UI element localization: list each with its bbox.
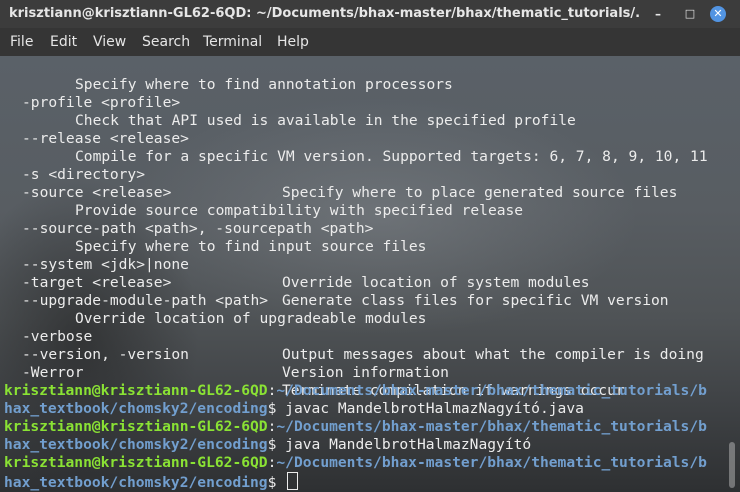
menu-terminal[interactable]: Terminal	[203, 28, 262, 56]
help-line: Provide source compatibility with specif…	[0, 184, 523, 219]
help-description: Version information	[282, 364, 449, 381]
terminal-window: krisztiann@krisztiann-GL62-6QD: ~/Docume…	[0, 0, 740, 492]
help-line: --release <release>	[0, 112, 189, 147]
text-cursor	[287, 472, 299, 490]
prompt-line: krisztiann@krisztiann-GL62-6QD:~/Documen…	[4, 418, 707, 436]
help-line: Specify where to find input source files	[0, 220, 426, 255]
help-line: Override location of upgradeable modules	[0, 292, 426, 327]
prompt-user: krisztiann@krisztiann-GL62-6QD	[4, 418, 268, 435]
help-line: --upgrade-module-path <path>	[0, 274, 268, 309]
scrollbar[interactable]	[729, 442, 735, 488]
prompt-line: hax_textbook/chomsky2/encoding$ javac Ma…	[4, 400, 584, 418]
help-description: Provide source compatibility with specif…	[75, 202, 524, 219]
minimize-button[interactable]: –	[650, 6, 666, 22]
help-description: Check that API used is available in the …	[75, 112, 576, 129]
help-description: Output messages about what the compiler …	[282, 346, 704, 363]
help-line: -profile <profile>	[0, 76, 180, 111]
help-line: -verbose Output messages about what the …	[0, 310, 704, 363]
prompt-user: krisztiann@krisztiann-GL62-6QD	[4, 382, 268, 399]
help-line: --version, -version Version information	[0, 328, 449, 381]
help-option: --source-path <path>, -sourcepath <path>	[22, 220, 374, 237]
help-description: Generate class files for specific VM ver…	[282, 292, 669, 309]
prompt-line: krisztiann@krisztiann-GL62-6QD:~/Documen…	[4, 382, 707, 400]
prompt-path: ~/Documents/bhax-master/bhax/thematic_tu…	[276, 454, 707, 471]
help-line: Compile for a specific VM version. Suppo…	[0, 130, 708, 165]
prompt-user: krisztiann@krisztiann-GL62-6QD	[4, 454, 268, 471]
help-description: Override location of system modules	[282, 274, 590, 291]
menu-search[interactable]: Search	[142, 28, 190, 56]
help-description: Compile for a specific VM version. Suppo…	[75, 148, 708, 165]
prompt-path: ~/Documents/bhax-master/bhax/thematic_tu…	[276, 382, 707, 399]
menu-file[interactable]: File	[10, 28, 33, 56]
help-option: -Werror	[22, 364, 84, 381]
help-line: -Werror Terminate compilation if warning…	[0, 346, 625, 399]
help-line: --system <jdk>|none Override location of…	[0, 238, 590, 291]
prompt-line: hax_textbook/chomsky2/encoding$ java Man…	[4, 436, 531, 454]
close-button[interactable]: ✕	[710, 6, 726, 22]
menu-bar: File Edit View Search Terminal Help	[0, 28, 740, 56]
menu-edit[interactable]: Edit	[50, 28, 77, 56]
terminal-output[interactable]: Specify where to find annotation process…	[0, 56, 740, 492]
prompt-line: krisztiann@krisztiann-GL62-6QD:~/Documen…	[4, 454, 707, 472]
help-line: -source <release>	[0, 166, 171, 201]
command-text: javac MandelbrotHalmazNagyító.java	[285, 400, 584, 417]
prompt-path-cont: hax_textbook/chomsky2/encoding	[4, 474, 268, 491]
title-bar[interactable]: krisztiann@krisztiann-GL62-6QD: ~/Docume…	[0, 0, 740, 28]
prompt-dollar: $	[267, 400, 286, 417]
menu-help[interactable]: Help	[277, 28, 309, 56]
help-description: Override location of upgradeable modules	[75, 310, 427, 327]
help-line: -target <release> Generate class files f…	[0, 256, 669, 309]
prompt-path-cont: hax_textbook/chomsky2/encoding	[4, 400, 268, 417]
help-option: --upgrade-module-path <path>	[22, 292, 269, 309]
prompt-path: ~/Documents/bhax-master/bhax/thematic_tu…	[276, 418, 707, 435]
prompt-dollar: $	[267, 474, 286, 491]
command-text: java MandelbrotHalmazNagyító	[285, 436, 532, 453]
prompt-line: hax_textbook/chomsky2/encoding$	[4, 472, 299, 491]
help-description: Specify where to find input source files	[75, 238, 427, 255]
help-line: Check that API used is available in the …	[0, 94, 576, 129]
help-line: --source-path <path>, -sourcepath <path>	[0, 202, 373, 237]
help-line: -s <directory> Specify where to place ge…	[0, 148, 677, 201]
prompt-path-cont: hax_textbook/chomsky2/encoding	[4, 436, 268, 453]
help-description: Specify where to place generated source …	[282, 184, 678, 201]
prompt-dollar: $	[267, 436, 286, 453]
menu-view[interactable]: View	[93, 28, 126, 56]
help-line: Specify where to find annotation process…	[0, 58, 453, 93]
window-title: krisztiann@krisztiann-GL62-6QD: ~/Docume…	[9, 6, 639, 21]
maximize-button[interactable]: □	[682, 6, 698, 22]
help-description: Specify where to find annotation process…	[75, 76, 453, 93]
